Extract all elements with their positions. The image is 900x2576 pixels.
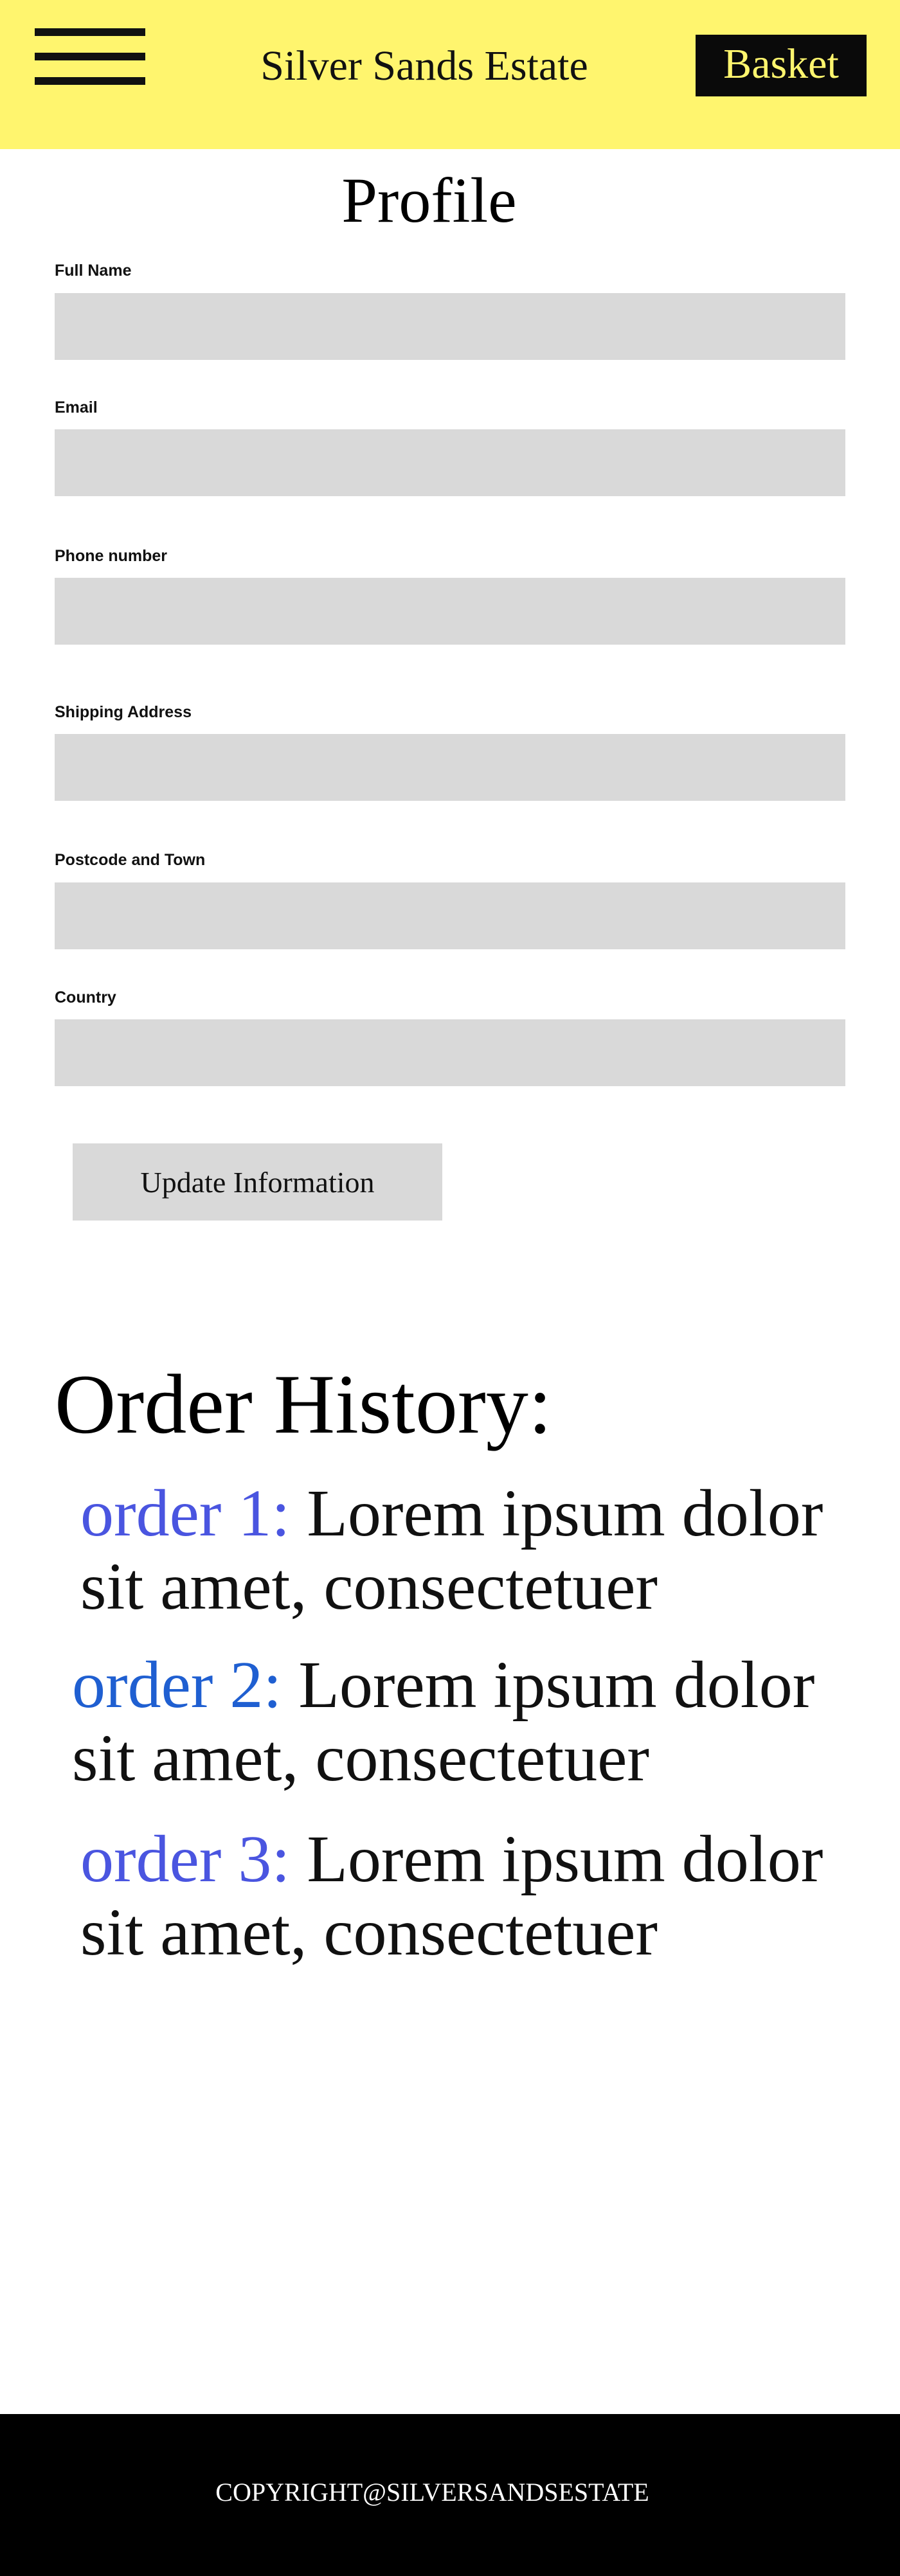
page-title: Profile <box>341 165 517 236</box>
menu-line <box>35 28 145 36</box>
order-history-title: Order History: <box>55 1357 552 1451</box>
menu-line <box>35 53 145 60</box>
footer: COPYRIGHT@SILVERSANDSESTATE <box>0 2414 900 2576</box>
email-label: Email <box>55 398 98 416</box>
phone-number-field[interactable] <box>55 578 845 645</box>
order-item[interactable]: order 1: Lorem ipsum dolor sit amet, con… <box>80 1477 865 1623</box>
phone-number-label: Phone number <box>55 547 168 565</box>
basket-button[interactable]: Basket <box>696 35 867 96</box>
email-field[interactable] <box>55 429 845 496</box>
order-label[interactable]: order 2: <box>72 1648 282 1722</box>
order-label[interactable]: order 1: <box>80 1476 290 1550</box>
brand-title[interactable]: Silver Sands Estate <box>180 37 669 95</box>
full-name-field[interactable] <box>55 293 845 360</box>
hamburger-menu-icon[interactable] <box>35 28 145 85</box>
country-field[interactable] <box>55 1019 845 1086</box>
full-name-label: Full Name <box>55 262 132 280</box>
menu-line <box>35 77 145 85</box>
order-item[interactable]: order 3: Lorem ipsum dolor sit amet, con… <box>80 1823 865 1969</box>
shipping-address-field[interactable] <box>55 734 845 801</box>
order-label[interactable]: order 3: <box>80 1822 290 1896</box>
postcode-town-field[interactable] <box>55 882 845 949</box>
order-item[interactable]: order 2: Lorem ipsum dolor sit amet, con… <box>72 1649 856 1795</box>
country-label: Country <box>55 988 116 1006</box>
header-bar: Silver Sands Estate Basket <box>0 0 900 149</box>
postcode-town-label: Postcode and Town <box>55 851 206 869</box>
update-information-button[interactable]: Update Information <box>73 1143 442 1221</box>
shipping-address-label: Shipping Address <box>55 703 192 721</box>
copyright-text: COPYRIGHT@SILVERSANDSESTATE <box>215 2478 649 2507</box>
